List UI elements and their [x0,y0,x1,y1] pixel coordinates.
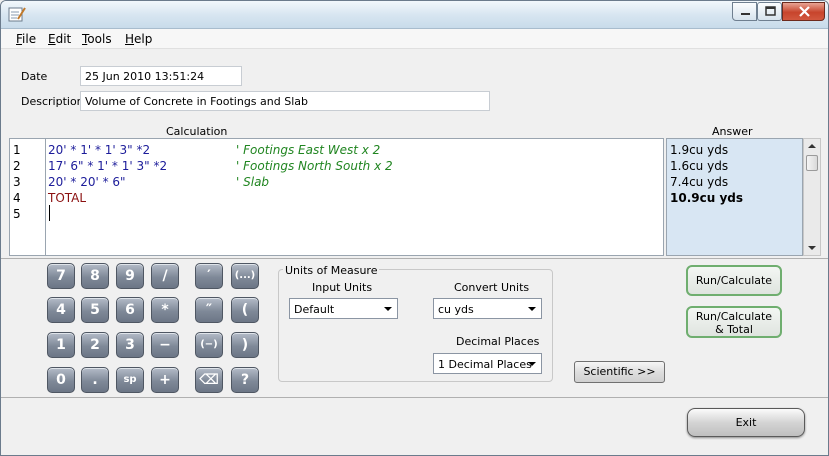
exit-button[interactable]: Exit [687,408,805,437]
key-minus[interactable]: − [151,332,179,358]
maximize-button[interactable] [757,2,782,21]
menu-help[interactable]: Help [125,32,152,46]
key-1[interactable]: 1 [47,332,75,358]
date-field[interactable]: 25 Jun 2010 13:51:24 [80,66,242,86]
description-field[interactable]: Volume of Concrete in Footings and Slab [80,91,490,111]
chevron-down-icon [528,362,536,366]
calc-expression: 20' * 20' * 6" [48,175,126,189]
chevron-down-icon [528,307,536,311]
scroll-thumb[interactable] [806,155,818,171]
calc-expression: 20' * 1' * 1' 3" *2 [48,143,151,157]
decimal-places-select[interactable]: 1 Decimal Places [433,353,542,374]
line-number: 5 [13,207,21,221]
answer-value: 7.4cu yds [670,175,729,189]
description-label: Description [21,95,84,108]
key-3[interactable]: 3 [116,332,144,358]
units-group-title: Units of Measure [283,264,380,277]
calc-total-keyword: TOTAL [48,191,87,205]
calc-line: 20' * 1' * 1' 3" *2 ' Footings East West … [48,143,380,157]
divider [1,258,828,259]
decimal-places-value: 1 Decimal Places [438,358,532,371]
run-total-label-2: & Total [715,323,753,336]
line-number: 1 [13,143,21,157]
run-calculate-button[interactable]: Run/Calculate [686,265,782,296]
decimal-places-label: Decimal Places [456,335,540,348]
maximize-icon [765,6,776,16]
answer-value: 1.6cu yds [670,159,729,173]
key-decimal[interactable]: . [81,367,109,393]
answer-header: Answer [712,125,753,138]
line-number-gutter: 1 2 3 4 5 [10,139,46,255]
chevron-down-icon [384,307,392,311]
key-close-paren[interactable]: ) [231,332,259,358]
app-icon [8,7,26,22]
calc-comment: ' Slab [236,175,270,189]
key-7[interactable]: 7 [47,263,75,289]
text-caret [49,205,50,221]
scroll-down-icon[interactable] [808,246,816,250]
key-space[interactable]: sp [116,367,144,393]
line-number: 2 [13,159,21,173]
line-number: 4 [13,191,21,205]
calc-expression: 17' 6" * 1' * 1' 3" *2 [48,159,168,173]
convert-units-select[interactable]: cu yds [433,298,542,319]
minimize-icon [741,13,750,15]
close-icon [799,6,810,17]
key-2[interactable]: 2 [81,332,109,358]
key-divide[interactable]: / [151,263,179,289]
key-4[interactable]: 4 [47,297,75,323]
backspace-icon[interactable]: ⌫ [195,367,223,393]
key-negate[interactable]: (−) [195,332,223,358]
title-bar [1,1,828,29]
minimize-button[interactable] [732,2,757,21]
convert-units-value: cu yds [438,303,474,316]
calc-line: 17' 6" * 1' * 1' 3" *2 ' Footings North S… [48,159,393,173]
main-window: File Edit Tools Help Date 25 Jun 2010 13… [0,0,829,456]
answer-value: 1.9cu yds [670,143,729,157]
key-9[interactable]: 9 [116,263,144,289]
calculation-header: Calculation [166,125,228,138]
calculation-editor[interactable]: 1 2 3 4 5 20' * 1' * 1' 3" *2 ' Footings … [9,138,664,256]
calc-comment: ' Footings North South x 2 [236,159,393,173]
date-label: Date [21,70,48,83]
input-units-value: Default [294,303,335,316]
menu-edit[interactable]: Edit [48,32,71,46]
convert-units-label: Convert Units [454,281,530,294]
input-units-select[interactable]: Default [289,298,398,319]
key-help[interactable]: ? [231,367,259,393]
key-feet[interactable]: ′ [195,263,223,289]
vertical-scrollbar[interactable] [803,138,821,256]
scientific-button[interactable]: Scientific >> [574,361,665,383]
calc-comment: ' Footings East West x 2 [236,143,381,157]
calc-line: 20' * 20' * 6" ' Slab [48,175,269,189]
key-open-paren[interactable]: ( [231,297,259,323]
answer-pane: 1.9cu yds 1.6cu yds 7.4cu yds 10.9cu yds [666,138,803,256]
key-5[interactable]: 5 [81,297,109,323]
answer-total: 10.9cu yds [670,191,743,205]
run-total-label-1: Run/Calculate [695,310,773,323]
run-calculate-total-button[interactable]: Run/Calculate & Total [686,306,782,338]
menu-file[interactable]: File [16,32,36,46]
close-button[interactable] [782,2,825,21]
key-ellipsis-paren[interactable]: (...) [231,263,259,289]
calc-line: TOTAL [48,191,86,205]
scroll-up-icon[interactable] [808,144,816,148]
key-inches[interactable]: ″ [195,297,223,323]
input-units-label: Input Units [312,281,373,294]
key-8[interactable]: 8 [81,263,109,289]
menu-bar: File Edit Tools Help [1,29,828,49]
menu-tools[interactable]: Tools [82,32,112,46]
divider [1,397,828,398]
key-plus[interactable]: + [151,367,179,393]
key-0[interactable]: 0 [47,367,75,393]
line-number: 3 [13,175,21,189]
key-6[interactable]: 6 [116,297,144,323]
key-multiply[interactable]: * [151,297,179,323]
